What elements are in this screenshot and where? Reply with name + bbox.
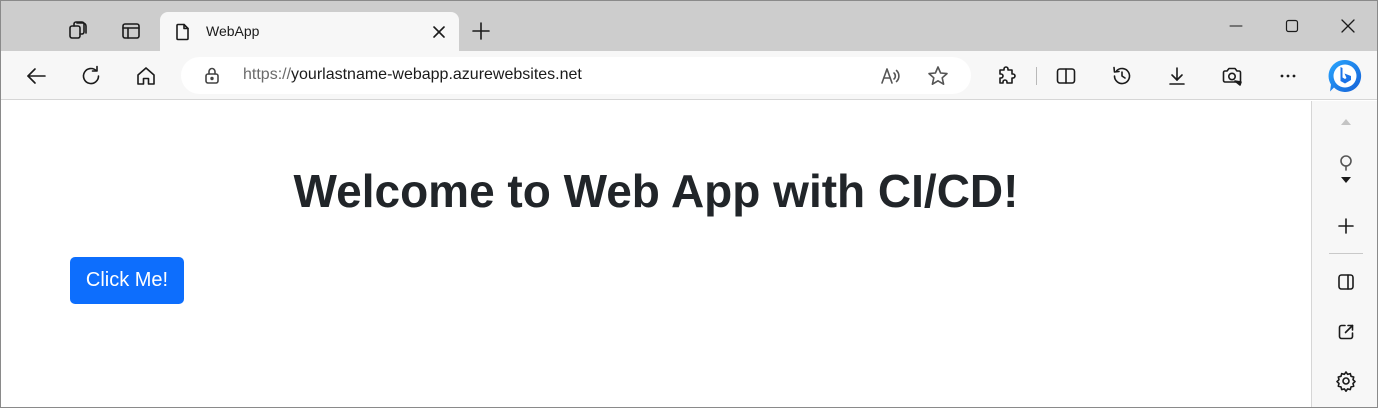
workspaces-icon[interactable] (60, 13, 96, 49)
tab-strip: WebApp (1, 1, 1377, 52)
lock-icon[interactable] (203, 66, 221, 84)
toolbar-divider (1036, 67, 1037, 85)
split-screen-icon[interactable] (1049, 59, 1083, 93)
sidebar-divider (1329, 253, 1363, 254)
bing-copilot-icon[interactable] (1326, 57, 1364, 95)
maximize-icon[interactable] (1269, 9, 1315, 43)
settings-gear-icon[interactable] (1329, 364, 1363, 398)
downloads-icon[interactable] (1160, 59, 1194, 93)
tab-webapp[interactable]: WebApp (160, 12, 459, 52)
new-tab-icon[interactable] (467, 17, 495, 45)
edge-sidebar (1311, 101, 1377, 407)
refresh-icon[interactable] (74, 59, 108, 93)
add-icon[interactable] (1329, 209, 1363, 243)
scroll-down-icon[interactable] (1329, 163, 1363, 197)
extensions-icon[interactable] (990, 59, 1024, 93)
favorite-star-icon[interactable] (925, 63, 951, 89)
scroll-up-icon[interactable] (1329, 105, 1363, 139)
close-icon[interactable] (428, 21, 450, 43)
url-text[interactable]: https://yourlastname-webapp.azurewebsite… (243, 66, 582, 84)
browser-window: WebApp https://yourlastname-webapp.azure… (0, 0, 1378, 408)
history-icon[interactable] (1105, 59, 1139, 93)
document-icon (174, 23, 192, 41)
performance-icon[interactable] (1215, 59, 1249, 93)
page-heading: Welcome to Web App with CI/CD! (293, 165, 1019, 217)
address-bar[interactable]: https://yourlastname-webapp.azurewebsite… (181, 57, 971, 94)
tab-title: WebApp (206, 23, 260, 39)
tab-actions-icon[interactable] (113, 13, 149, 49)
browser-toolbar: https://yourlastname-webapp.azurewebsite… (1, 51, 1377, 100)
minimize-icon[interactable] (1213, 9, 1259, 43)
home-icon[interactable] (129, 59, 163, 93)
more-icon[interactable] (1271, 59, 1305, 93)
page-content: Welcome to Web App with CI/CD! Click Me! (1, 101, 1311, 407)
hide-sidebar-icon[interactable] (1329, 265, 1363, 299)
read-aloud-icon[interactable] (877, 63, 903, 89)
back-icon[interactable] (19, 59, 53, 93)
window-close-icon[interactable] (1325, 9, 1371, 43)
click-me-button[interactable]: Click Me! (70, 257, 184, 304)
open-external-icon[interactable] (1329, 315, 1363, 349)
